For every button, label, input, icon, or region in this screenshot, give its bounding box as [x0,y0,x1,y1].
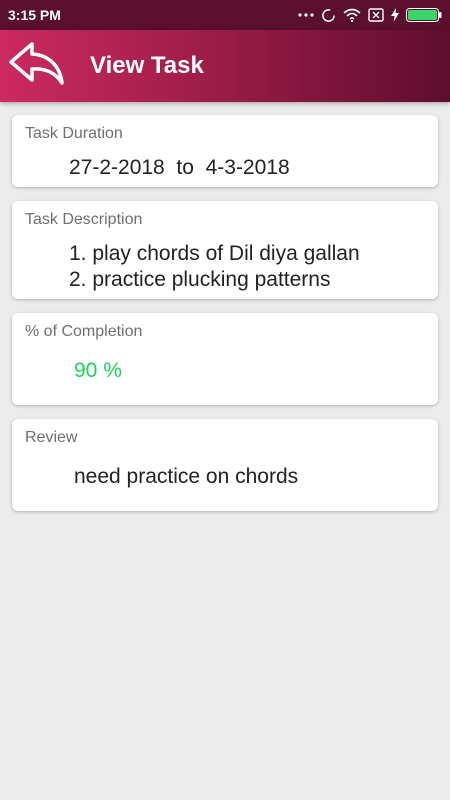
completion-card: % of Completion 90 % [12,313,438,405]
app-bar: View Task [0,30,450,102]
task-duration-label: Task Duration [25,125,123,142]
review-label: Review [25,429,78,446]
wifi-icon [343,8,361,22]
task-duration-value: 27-2-2018 to 4-3-2018 [69,156,290,179]
task-description-line: 1. play chords of Dil diya gallan [69,242,360,265]
status-time: 3:15 PM [8,7,61,23]
status-icons [298,6,442,24]
review-card: Review need practice on chords [12,419,438,511]
more-dots-icon [298,12,314,18]
completion-label: % of Completion [25,323,143,340]
page-title: View Task [90,52,204,79]
sync-icon [321,8,336,23]
task-duration-card: Task Duration 27-2-2018 to 4-3-2018 [12,115,438,187]
battery-icon [406,8,442,22]
status-bar: 3:15 PM [0,0,450,30]
task-description-line: 2. practice plucking patterns [69,268,331,291]
completion-value: 90 % [74,359,122,382]
back-button[interactable] [6,40,66,90]
task-description-card: Task Description 1. play chords of Dil d… [12,201,438,299]
sim-off-icon [368,8,384,22]
charging-icon [391,8,399,22]
review-value: need practice on chords [74,465,299,488]
task-description-label: Task Description [25,211,143,228]
back-arrow-icon [7,40,65,91]
